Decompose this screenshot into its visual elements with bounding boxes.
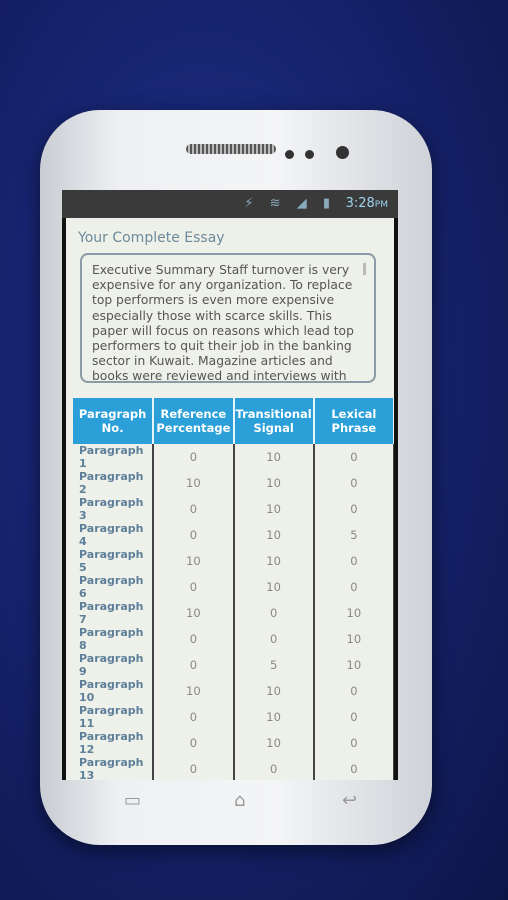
back-button[interactable]: ↩ <box>342 790 357 811</box>
table-cell: 0 <box>153 574 235 600</box>
column-header: Transitional Signal <box>233 398 315 444</box>
column-header: Lexical Phrase <box>313 398 394 444</box>
table-row: Paragraph 2 10 10 0 <box>73 470 394 496</box>
table-cell: 5 <box>233 652 315 678</box>
column-header: Reference Percentage <box>153 398 235 444</box>
table-cell: 0 <box>313 730 394 756</box>
scrollbar[interactable] <box>363 263 366 275</box>
table-row: Paragraph 5 10 10 0 <box>73 548 394 574</box>
table-cell: Paragraph 8 <box>73 626 155 652</box>
table-row: Paragraph 11 0 10 0 <box>73 704 394 730</box>
table-row: Paragraph 13 0 0 0 <box>73 756 394 780</box>
table-cell: Paragraph 5 <box>73 548 155 574</box>
front-camera <box>336 146 349 159</box>
table-cell: Paragraph 4 <box>73 522 155 548</box>
table-cell: Paragraph 10 <box>73 678 155 704</box>
clock: 3:28PM <box>345 196 388 211</box>
table-cell: 0 <box>313 470 394 496</box>
essay-text: Executive Summary Staff turnover is very… <box>92 263 354 383</box>
table-cell: 0 <box>313 548 394 574</box>
table-row: Paragraph 8 0 0 10 <box>73 626 394 652</box>
page-title: Your Complete Essay <box>78 230 225 246</box>
table-row: Paragraph 9 0 5 10 <box>73 652 394 678</box>
table-cell: 10 <box>233 522 315 548</box>
table-cell: 0 <box>153 444 235 470</box>
table-row: Paragraph 12 0 10 0 <box>73 730 394 756</box>
home-button[interactable]: ⌂ <box>234 790 245 811</box>
table-cell: 0 <box>313 704 394 730</box>
results-table: Paragraph No. Reference Percentage Transit… <box>73 398 394 780</box>
table-cell: Paragraph 13 <box>73 756 155 780</box>
table-cell: 10 <box>233 470 315 496</box>
table-cell: 0 <box>153 704 235 730</box>
table-cell: 0 <box>153 496 235 522</box>
table-cell: 10 <box>153 470 235 496</box>
table-cell: 0 <box>313 444 394 470</box>
table-cell: 5 <box>313 522 394 548</box>
table-cell: Paragraph 1 <box>73 444 155 470</box>
table-cell: 0 <box>313 756 394 780</box>
table-cell: 10 <box>313 626 394 652</box>
table-cell: 10 <box>233 730 315 756</box>
table-cell: 10 <box>233 574 315 600</box>
table-cell: 0 <box>313 574 394 600</box>
table-cell: Paragraph 6 <box>73 574 155 600</box>
table-cell: 10 <box>233 548 315 574</box>
table-cell: 0 <box>153 756 235 780</box>
table-cell: 10 <box>153 678 235 704</box>
table-cell: 0 <box>233 756 315 780</box>
table-cell: 0 <box>153 626 235 652</box>
app-content: Your Complete Essay Executive Summary St… <box>66 218 394 780</box>
table-cell: 0 <box>313 496 394 522</box>
table-cell: 10 <box>153 600 235 626</box>
table-cell: 10 <box>153 548 235 574</box>
table-cell: 0 <box>153 652 235 678</box>
table-row: Paragraph 3 0 10 0 <box>73 496 394 522</box>
table-cell: 10 <box>233 496 315 522</box>
table-cell: 10 <box>233 704 315 730</box>
table-row: Paragraph 6 0 10 0 <box>73 574 394 600</box>
table-cell: 10 <box>313 652 394 678</box>
sensor-dot <box>285 150 294 159</box>
earpiece-speaker <box>186 144 276 154</box>
table-row: Paragraph 4 0 10 5 <box>73 522 394 548</box>
table-row: Paragraph 7 10 0 10 <box>73 600 394 626</box>
phone-screen: ⚡ ≋ ◢ ▮ 3:28PM Your Complete Essay Execu… <box>62 190 398 780</box>
table-cell: Paragraph 3 <box>73 496 155 522</box>
table-cell: 0 <box>233 626 315 652</box>
table-cell: 0 <box>233 600 315 626</box>
table-row: Paragraph 10 10 10 0 <box>73 678 394 704</box>
table-cell: Paragraph 12 <box>73 730 155 756</box>
status-bar: ⚡ ≋ ◢ ▮ 3:28PM <box>62 190 398 218</box>
table-cell: 10 <box>233 678 315 704</box>
table-cell: Paragraph 9 <box>73 652 155 678</box>
table-row: Paragraph 1 0 10 0 <box>73 444 394 470</box>
table-cell: 0 <box>313 678 394 704</box>
table-cell: 0 <box>153 730 235 756</box>
table-cell: 0 <box>153 522 235 548</box>
table-cell: Paragraph 2 <box>73 470 155 496</box>
column-header: Paragraph No. <box>73 398 155 444</box>
sensor-dot <box>305 150 314 159</box>
menu-button[interactable]: ▭ <box>124 790 141 811</box>
table-cell: 10 <box>313 600 394 626</box>
table-cell: Paragraph 11 <box>73 704 155 730</box>
essay-textarea[interactable]: Executive Summary Staff turnover is very… <box>80 253 376 383</box>
status-icons: ⚡ ≋ ◢ ▮ <box>244 196 336 211</box>
table-cell: Paragraph 7 <box>73 600 155 626</box>
table-cell: 10 <box>233 444 315 470</box>
